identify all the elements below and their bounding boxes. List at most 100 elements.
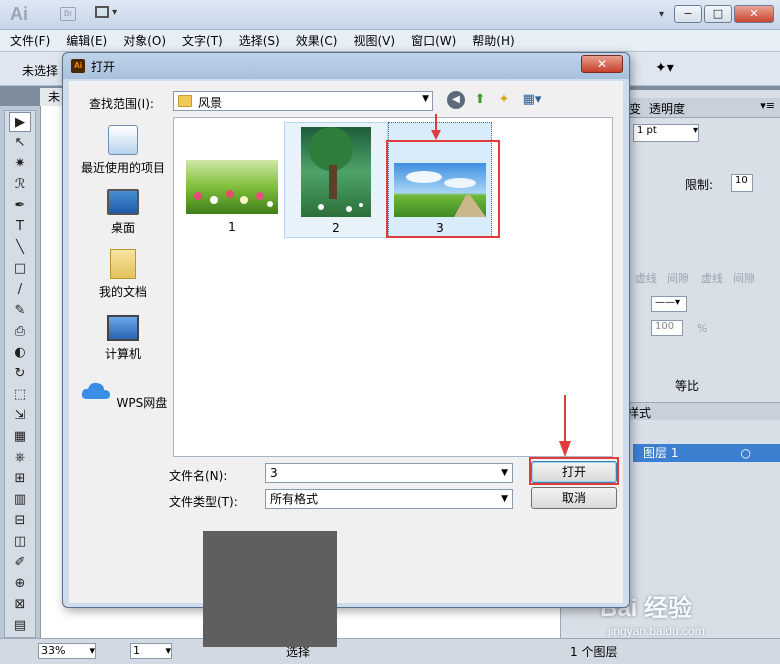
- rectangle-tool-icon[interactable]: □: [9, 259, 31, 279]
- file-item-2[interactable]: 2: [284, 122, 388, 238]
- paintbrush-tool-icon[interactable]: /: [9, 280, 31, 300]
- menu-effect[interactable]: 效果(C): [296, 32, 338, 49]
- scale-tool-icon[interactable]: ⬚: [9, 385, 31, 405]
- file-type-value: 所有格式: [270, 492, 319, 506]
- graph-tool-icon[interactable]: ▥: [9, 490, 31, 510]
- pencil-tool-icon[interactable]: ✎: [9, 301, 31, 321]
- file-label-2: 2: [332, 221, 340, 235]
- stroke-weight-field[interactable]: 1 pt ▾: [633, 124, 699, 142]
- desktop-icon: [107, 189, 139, 215]
- file-type-select[interactable]: 所有格式 ▼: [265, 489, 513, 509]
- bridge-button[interactable]: Br: [60, 7, 76, 21]
- file-label-1: 1: [228, 220, 236, 234]
- line-tool-icon[interactable]: ╲: [9, 238, 31, 258]
- tab-styles[interactable]: 样式: [627, 404, 651, 421]
- layer-row[interactable]: 图层 1 ○: [633, 444, 780, 462]
- miter-limit-field[interactable]: 10: [731, 174, 753, 192]
- illustrator-logo: Ai: [10, 4, 28, 24]
- arrange-documents-button[interactable]: ▾: [95, 6, 127, 22]
- arrow-scale-percent: %: [697, 322, 708, 335]
- zoom-level-field[interactable]: 33% ▾: [38, 643, 96, 659]
- arrange-icon: [95, 6, 109, 18]
- place-documents-label: 我的文档: [98, 285, 147, 299]
- symbol-sprayer-tool-icon[interactable]: ⊠: [9, 595, 31, 615]
- menu-file[interactable]: 文件(F): [10, 32, 50, 49]
- arrow-scale-field[interactable]: 100: [651, 320, 683, 336]
- file-thumbnail-1: [186, 160, 278, 214]
- place-documents[interactable]: 我的文档: [75, 249, 171, 300]
- eyedropper-tool-icon[interactable]: ✐: [9, 553, 31, 573]
- menu-select[interactable]: 选择(S): [239, 32, 280, 49]
- open-file-dialog: Ai 打开 ✕ 查找范围(I): 风景 ▼ ◀ ⬆ ✦ ▦▾ 最近使用的项目 桌…: [62, 52, 630, 647]
- place-desktop[interactable]: 桌面: [75, 189, 171, 236]
- menu-help[interactable]: 帮助(H): [472, 32, 514, 49]
- tab-transform[interactable]: 变: [629, 100, 641, 117]
- file-type-label: 文件类型(T):: [169, 495, 238, 509]
- direct-selection-tool-icon[interactable]: ↖: [9, 133, 31, 153]
- watermark-url: jingyan.baidu.com: [608, 624, 705, 638]
- annotation-arrow-open: [559, 395, 571, 457]
- my-documents-icon: [110, 249, 136, 279]
- artboard-number-field[interactable]: 1 ▾: [130, 643, 172, 659]
- gap-label-1: 间隙: [667, 272, 689, 285]
- miter-limit-label: 限制:: [685, 178, 714, 192]
- blob-brush-tool-icon[interactable]: ⎙: [9, 322, 31, 342]
- menu-type[interactable]: 文字(T): [182, 32, 223, 49]
- preview-area: [203, 531, 337, 647]
- dialog-close-button[interactable]: ✕: [581, 55, 623, 73]
- look-in-dropdown[interactable]: 风景 ▼: [173, 91, 433, 111]
- selection-tool-icon[interactable]: ▶: [9, 112, 31, 132]
- artboard-number: 1: [133, 644, 140, 657]
- magic-wand-tool-icon[interactable]: ✷: [9, 154, 31, 174]
- menu-edit[interactable]: 编辑(E): [66, 32, 107, 49]
- place-recent[interactable]: 最近使用的项目: [75, 125, 171, 176]
- gradient-tool-icon[interactable]: ◫: [9, 532, 31, 552]
- menu-view[interactable]: 视图(V): [353, 32, 395, 49]
- menu-object[interactable]: 对象(O): [123, 32, 166, 49]
- magic-wand-icon[interactable]: ✦▾: [655, 60, 685, 78]
- file-name-label: 文件名(N):: [169, 469, 228, 483]
- folder-icon: [178, 95, 192, 107]
- dialog-title: 打开: [91, 60, 116, 74]
- panel-menu-icon[interactable]: ▾≡: [760, 99, 775, 112]
- file-list[interactable]: 1 2 3: [173, 114, 613, 457]
- free-transform-tool-icon[interactable]: ▦: [9, 427, 31, 447]
- shape-builder-tool-icon[interactable]: ⎈: [9, 448, 31, 468]
- file-item-1[interactable]: 1: [180, 122, 284, 238]
- place-wps-cloud-label: WPS网盘: [116, 396, 168, 410]
- minimize-button[interactable]: −: [674, 5, 702, 23]
- menu-window[interactable]: 窗口(W): [411, 32, 456, 49]
- layer-target-icon[interactable]: ○: [741, 444, 751, 462]
- place-computer[interactable]: 计算机: [75, 315, 171, 362]
- lasso-tool-icon[interactable]: ℛ: [9, 175, 31, 195]
- gap-label-2: 间隙: [733, 272, 755, 285]
- file-name-input[interactable]: 3 ▼: [265, 463, 513, 483]
- column-graph-tool-icon[interactable]: ▤: [9, 616, 31, 636]
- workspace-dropdown[interactable]: ▾: [659, 9, 664, 20]
- tab-transparency[interactable]: 透明度: [649, 100, 685, 117]
- place-wps-cloud[interactable]: WPS网盘: [75, 379, 171, 411]
- file-name-value: 3: [270, 466, 278, 480]
- width-tool-icon[interactable]: ⇲: [9, 406, 31, 426]
- pen-tool-icon[interactable]: ✒: [9, 196, 31, 216]
- mesh-tool-icon[interactable]: ⊟: [9, 511, 31, 531]
- back-icon[interactable]: ◀: [447, 91, 465, 109]
- cancel-button[interactable]: 取消: [531, 487, 617, 509]
- look-in-label: 查找范围(I):: [89, 97, 154, 111]
- dash-label-1: 虚线: [635, 272, 657, 285]
- blend-tool-icon[interactable]: ⊕: [9, 574, 31, 594]
- eraser-tool-icon[interactable]: ◐: [9, 343, 31, 363]
- illustrator-app-icon: Ai: [71, 59, 85, 73]
- layer-name: 图层 1: [643, 446, 679, 460]
- view-menu-icon[interactable]: ▦▾: [519, 91, 545, 109]
- maximize-button[interactable]: □: [704, 5, 732, 23]
- rotate-tool-icon[interactable]: ↻: [9, 364, 31, 384]
- type-tool-icon[interactable]: T: [9, 217, 31, 237]
- perspective-grid-tool-icon[interactable]: ⊞: [9, 469, 31, 489]
- arrowhead-start-dropdown[interactable]: ——▾: [651, 296, 687, 312]
- annotation-arrow-file: [431, 114, 441, 140]
- recent-places-icon: [108, 125, 138, 155]
- new-folder-icon[interactable]: ✦: [495, 91, 513, 109]
- close-button[interactable]: ✕: [734, 5, 774, 23]
- up-folder-icon[interactable]: ⬆: [471, 91, 489, 109]
